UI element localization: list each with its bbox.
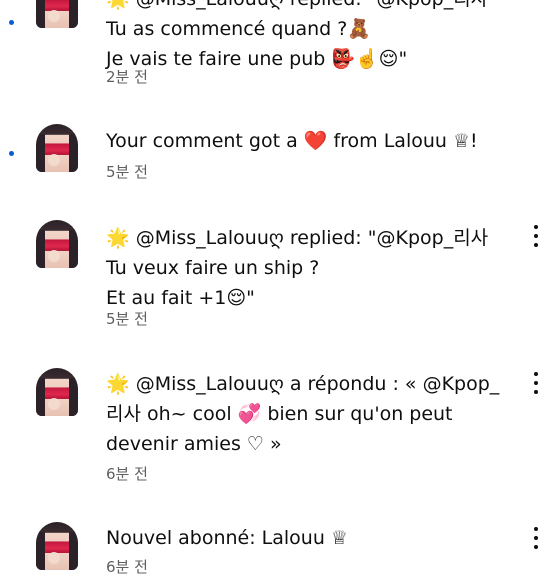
- more-options-icon[interactable]: [528, 225, 544, 247]
- notification-text: Nouvel abonné: Lalouu ♕: [106, 523, 516, 553]
- more-options-icon[interactable]: [528, 527, 544, 549]
- avatar[interactable]: [36, 0, 78, 28]
- notification-line: 🌟 @Miss_Lalouuღ replied: "@Kpop_리사: [106, 0, 516, 14]
- notification-time: 6분 전: [106, 558, 148, 576]
- notification-line: Et au fait +1😌": [106, 287, 255, 309]
- unread-indicator: [9, 151, 14, 156]
- more-options-icon[interactable]: [528, 372, 544, 394]
- avatar[interactable]: [36, 220, 78, 268]
- notification-time: 5분 전: [106, 163, 148, 181]
- notification-text: 🌟 @Miss_Lalouuღ replied: "@Kpop_리사 Tu as…: [106, 0, 516, 74]
- notification-text: Your comment got a ❤️ from Lalouu ♕!: [106, 126, 516, 156]
- notification-time: 2분 전: [106, 68, 148, 86]
- avatar[interactable]: [36, 124, 78, 172]
- notification-time: 5분 전: [106, 310, 148, 328]
- notification-line: devenir amies ♡ »: [106, 433, 282, 455]
- notification-time: 6분 전: [106, 465, 148, 483]
- avatar[interactable]: [36, 522, 78, 570]
- notification-line: Tu as commencé quand ?🧸: [106, 18, 372, 40]
- notification-line: Nouvel abonné: Lalouu ♕: [106, 527, 348, 549]
- notification-line: 🌟 @Miss_Lalouuღ a répondu : « @Kpop_: [106, 373, 500, 395]
- notification-text: 🌟 @Miss_Lalouuღ replied: "@Kpop_리사 Tu ve…: [106, 223, 516, 313]
- unread-indicator: [9, 20, 14, 25]
- notification-line: Your comment got a ❤️ from Lalouu ♕!: [106, 130, 478, 152]
- notification-line: Je vais te faire une pub 👺☝️😌": [106, 48, 408, 70]
- avatar[interactable]: [36, 368, 78, 416]
- notification-text: 🌟 @Miss_Lalouuღ a répondu : « @Kpop_ 리사 …: [106, 369, 516, 459]
- notification-line: 리사 oh~ cool 💞 bien sur qu'on peut: [106, 403, 453, 425]
- notification-line: 🌟 @Miss_Lalouuღ replied: "@Kpop_리사: [106, 227, 489, 249]
- notification-line: Tu veux faire un ship ?: [106, 257, 320, 279]
